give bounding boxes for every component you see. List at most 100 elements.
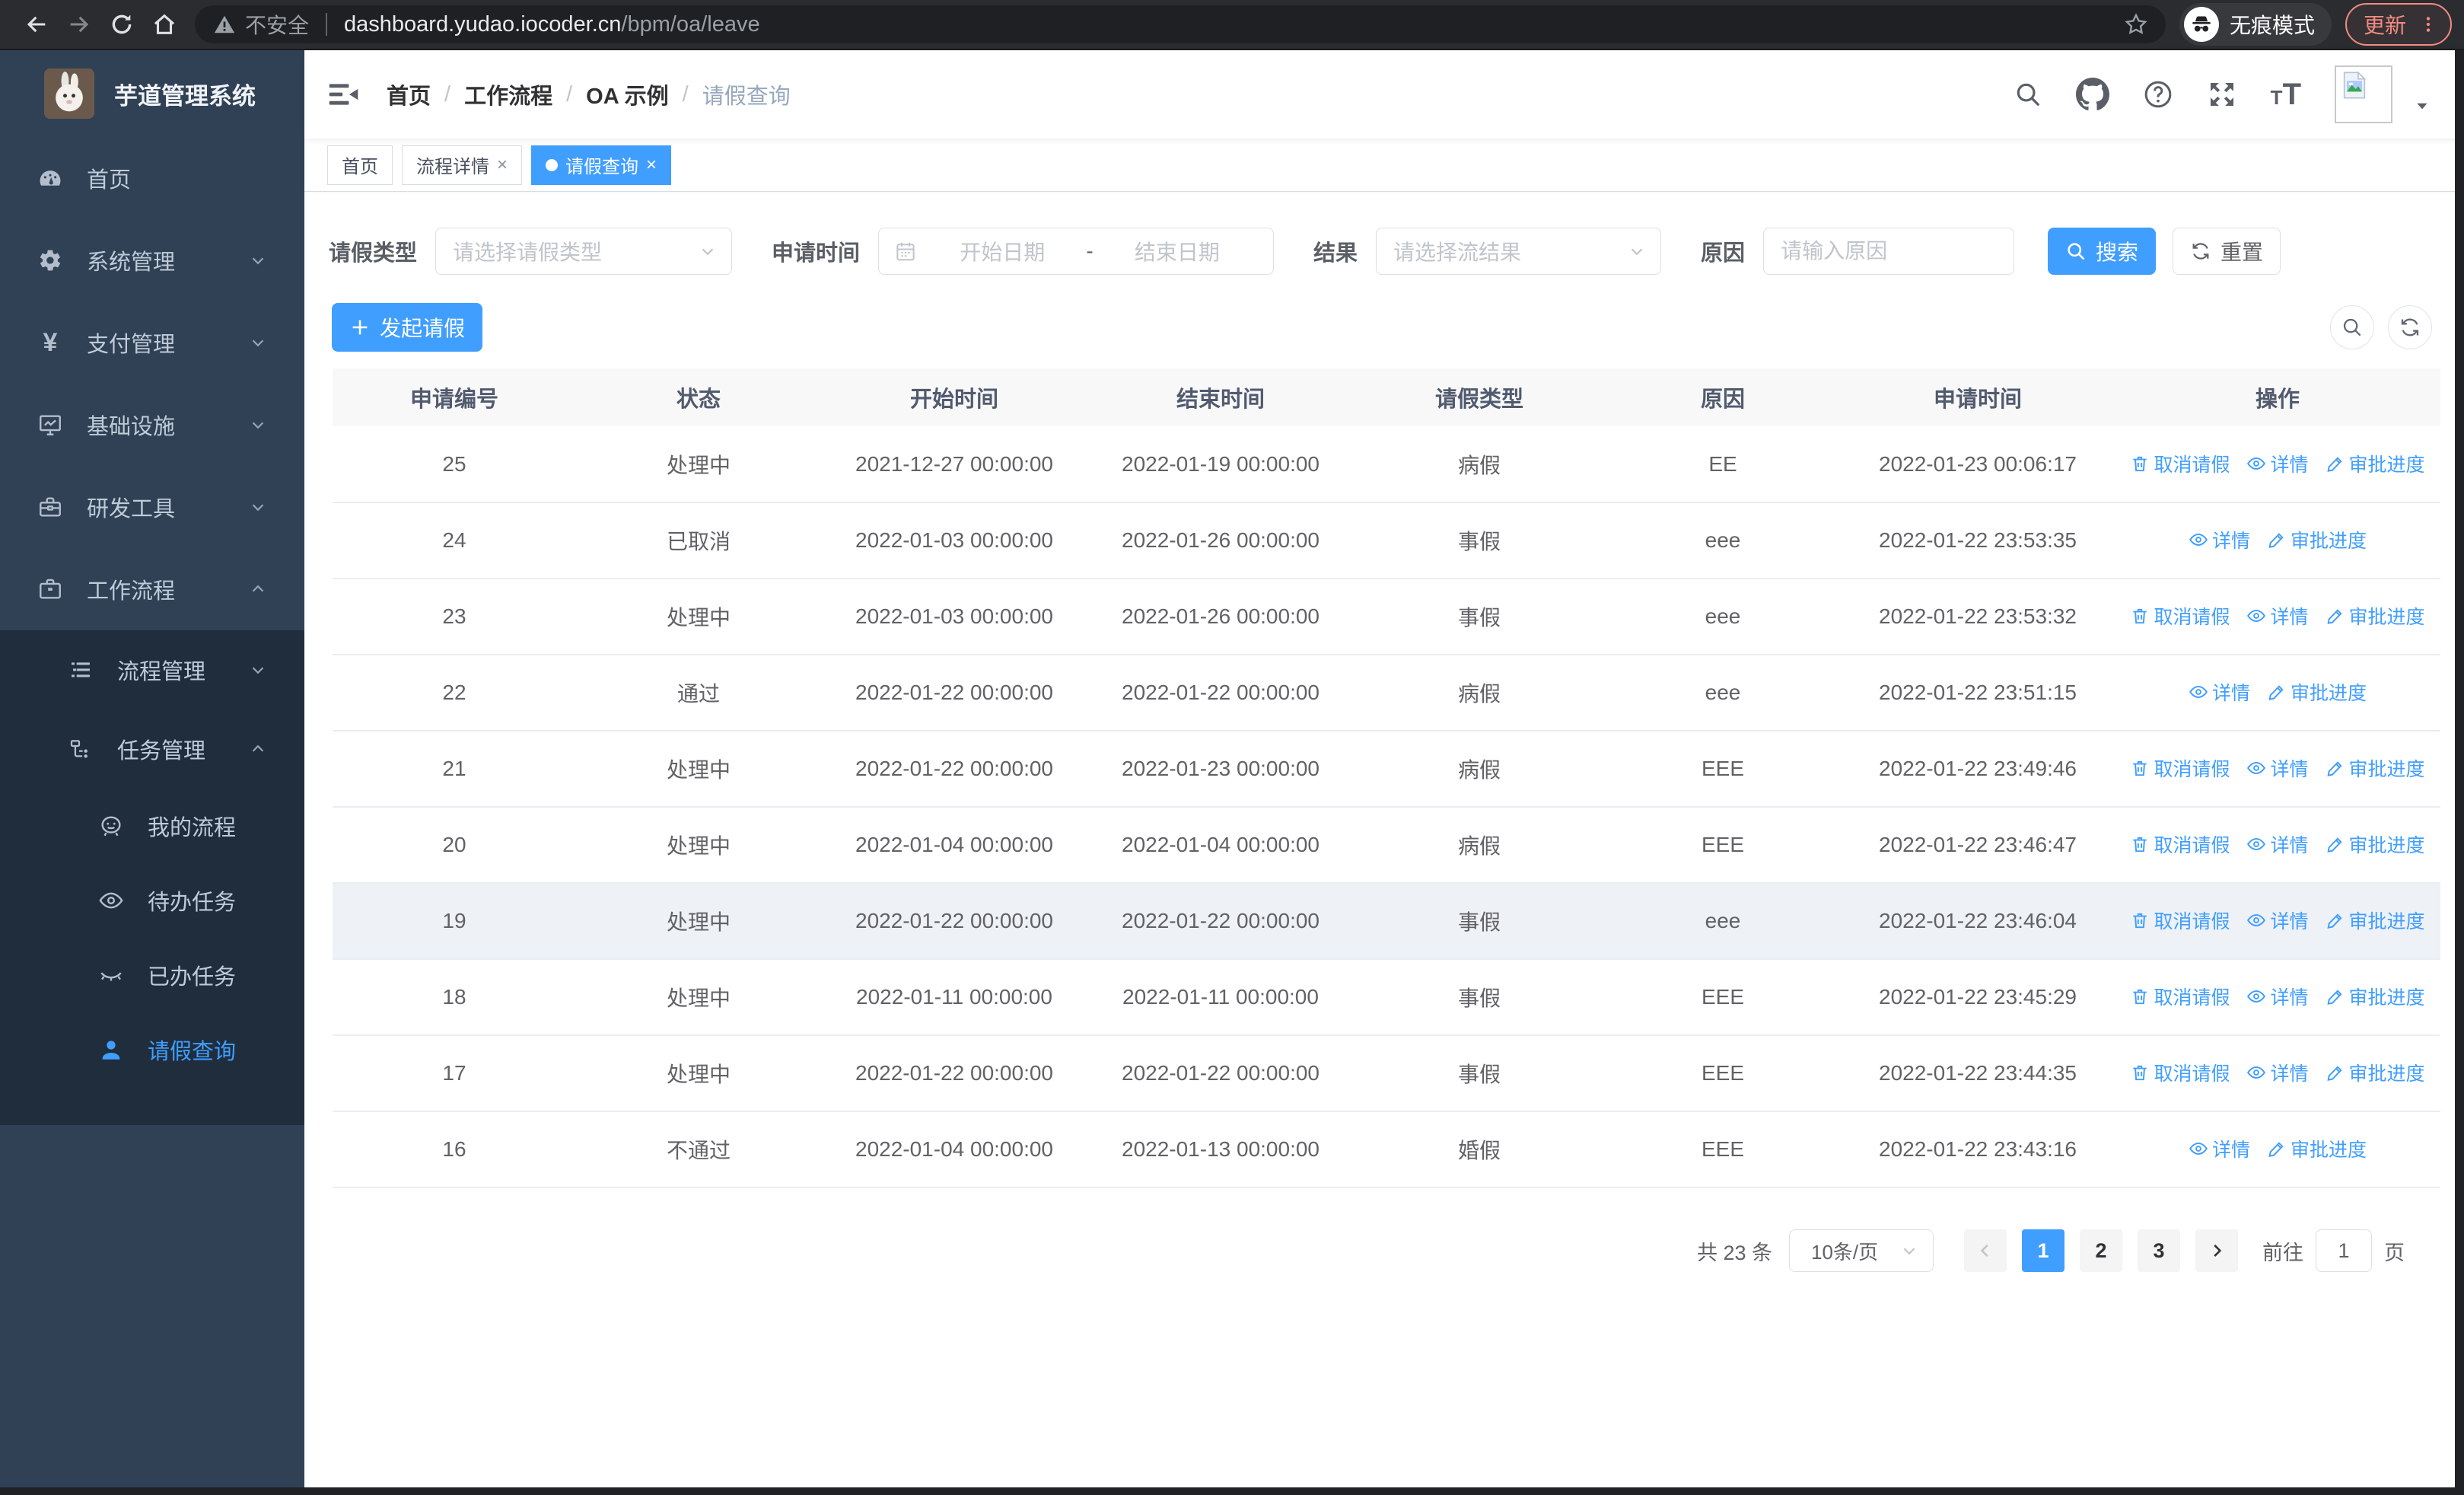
goto-page-input[interactable]: 1: [2316, 1229, 2372, 1272]
toggle-search-button[interactable]: [2330, 305, 2374, 349]
view-icon: [2189, 682, 2208, 702]
table-row: 24 已取消 2022-01-03 00:00:00 2022-01-26 00:00…: [333, 502, 2440, 579]
sidebar-item[interactable]: 首页: [0, 137, 304, 219]
page-button[interactable]: 1: [2022, 1229, 2064, 1272]
sidebar-item[interactable]: ¥ 支付管理: [0, 301, 304, 384]
result-select[interactable]: 请选择流结果: [1376, 228, 1662, 275]
cancel-link[interactable]: 取消请假: [2130, 754, 2230, 782]
refresh-table-button[interactable]: [2388, 305, 2432, 349]
leave-type-select[interactable]: 请选择请假类型: [435, 228, 733, 275]
page-size-select[interactable]: 10条/页: [1789, 1229, 1934, 1272]
progress-link[interactable]: 审批进度: [2326, 754, 2425, 782]
fullscreen-icon[interactable]: [2207, 79, 2237, 110]
sidebar-item[interactable]: 工作流程: [0, 548, 304, 630]
view-icon: [2189, 530, 2208, 550]
reason-input[interactable]: [1764, 228, 2014, 274]
cancel-link[interactable]: 取消请假: [2130, 602, 2230, 630]
font-size-icon[interactable]: TT: [2271, 78, 2301, 112]
app-logo[interactable]: 芋道管理系统: [0, 50, 304, 137]
progress-link[interactable]: 审批进度: [2267, 526, 2367, 553]
cell-reason: eee: [1605, 502, 1841, 579]
help-icon[interactable]: [2143, 79, 2173, 110]
progress-link[interactable]: 审批进度: [2267, 678, 2367, 706]
breadcrumb-item[interactable]: OA 示例: [586, 78, 668, 110]
browser-menu-icon[interactable]: [2418, 14, 2438, 34]
reload-icon[interactable]: [100, 3, 143, 46]
cell-end-time: 2022-01-13 00:00:00: [1087, 1111, 1354, 1188]
sidebar-item[interactable]: 研发工具: [0, 466, 304, 548]
column-header: 开始时间: [821, 368, 1087, 426]
breadcrumb-item[interactable]: 工作流程: [464, 78, 552, 110]
prev-page-button[interactable]: [1964, 1229, 2007, 1272]
date-separator: -: [1086, 239, 1094, 263]
chevron-down-icon[interactable]: [2412, 96, 2432, 116]
detail-link[interactable]: 详情: [2246, 1059, 2309, 1086]
cell-start-time: 2022-01-22 00:00:00: [821, 1035, 1087, 1112]
sidebar-item[interactable]: 系统管理: [0, 219, 304, 301]
detail-link[interactable]: 详情: [2246, 754, 2309, 782]
close-icon[interactable]: ×: [646, 155, 657, 174]
cancel-link[interactable]: 取消请假: [2130, 983, 2230, 1010]
url-bar[interactable]: 不安全 dashboard.yudao.iocoder.cn/bpm/oa/le…: [195, 5, 2166, 43]
breadcrumb-item[interactable]: 首页: [387, 78, 431, 110]
cancel-link[interactable]: 取消请假: [2130, 907, 2230, 934]
list-icon: [67, 658, 94, 682]
github-icon[interactable]: [2075, 78, 2109, 111]
next-page-button[interactable]: [2195, 1229, 2238, 1272]
progress-link[interactable]: 审批进度: [2326, 450, 2425, 477]
sidebar-item[interactable]: 流程管理: [0, 630, 304, 709]
page-scrollbar-horizontal[interactable]: [0, 1487, 2464, 1495]
tab-item[interactable]: 流程详情 ×: [402, 145, 523, 185]
sidebar-item[interactable]: 待办任务: [0, 863, 304, 938]
sidebar-item[interactable]: 我的流程: [0, 789, 304, 863]
progress-link[interactable]: 审批进度: [2326, 602, 2425, 630]
sidebar-item[interactable]: 已办任务: [0, 938, 304, 1012]
cell-reason: eee: [1605, 655, 1841, 732]
cell-id: 18: [333, 959, 576, 1036]
detail-link[interactable]: 详情: [2246, 450, 2309, 477]
sidebar-item[interactable]: 请假查询: [0, 1012, 304, 1087]
sidebar-item-label: 工作流程: [87, 579, 176, 604]
detail-link[interactable]: 详情: [2189, 1135, 2250, 1162]
page-scrollbar-vertical[interactable]: [2455, 50, 2464, 1495]
cancel-link[interactable]: 取消请假: [2130, 830, 2230, 858]
search-icon[interactable]: [2014, 80, 2042, 109]
cancel-link[interactable]: 取消请假: [2130, 450, 2230, 477]
detail-link[interactable]: 详情: [2189, 526, 2250, 553]
cell-reason: EE: [1605, 426, 1841, 503]
detail-link[interactable]: 详情: [2246, 907, 2309, 934]
apply-time-label: 申请时间: [772, 241, 861, 266]
detail-link[interactable]: 详情: [2246, 830, 2309, 858]
cancel-link[interactable]: 取消请假: [2130, 1059, 2230, 1086]
browser-update-button[interactable]: 更新: [2345, 3, 2452, 46]
detail-link[interactable]: 详情: [2246, 983, 2309, 1010]
progress-link[interactable]: 审批进度: [2326, 830, 2425, 858]
detail-link[interactable]: 详情: [2246, 602, 2309, 630]
back-icon[interactable]: [15, 3, 58, 46]
close-icon[interactable]: ×: [497, 155, 508, 174]
edit-icon: [2326, 454, 2345, 473]
progress-link[interactable]: 审批进度: [2267, 1135, 2367, 1162]
page-button[interactable]: 2: [2080, 1229, 2122, 1272]
detail-link[interactable]: 详情: [2189, 678, 2250, 706]
forward-icon[interactable]: [58, 3, 100, 46]
user-avatar[interactable]: [2335, 65, 2392, 123]
column-header: 请假类型: [1354, 368, 1605, 426]
reason-input-wrap: [1763, 228, 2015, 275]
sidebar-toggle-icon[interactable]: [327, 78, 361, 111]
progress-link[interactable]: 审批进度: [2326, 983, 2425, 1010]
apply-time-range-picker[interactable]: 开始日期 - 结束日期: [878, 228, 1275, 275]
reset-button[interactable]: 重置: [2173, 228, 2281, 275]
tab-item[interactable]: 首页: [327, 145, 393, 185]
bookmark-star-icon[interactable]: [2123, 11, 2149, 37]
page-button[interactable]: 3: [2138, 1229, 2180, 1272]
create-leave-button[interactable]: 发起请假: [332, 303, 482, 352]
progress-link[interactable]: 审批进度: [2326, 1059, 2425, 1086]
search-button[interactable]: 搜索: [2048, 228, 2157, 275]
home-icon[interactable]: [143, 3, 186, 46]
sidebar-item[interactable]: 任务管理: [0, 709, 304, 789]
progress-link[interactable]: 审批进度: [2326, 907, 2425, 934]
sidebar-item[interactable]: 基础设施: [0, 384, 304, 466]
cell-id: 22: [333, 655, 576, 732]
tab-active[interactable]: 请假查询 ×: [531, 145, 672, 185]
